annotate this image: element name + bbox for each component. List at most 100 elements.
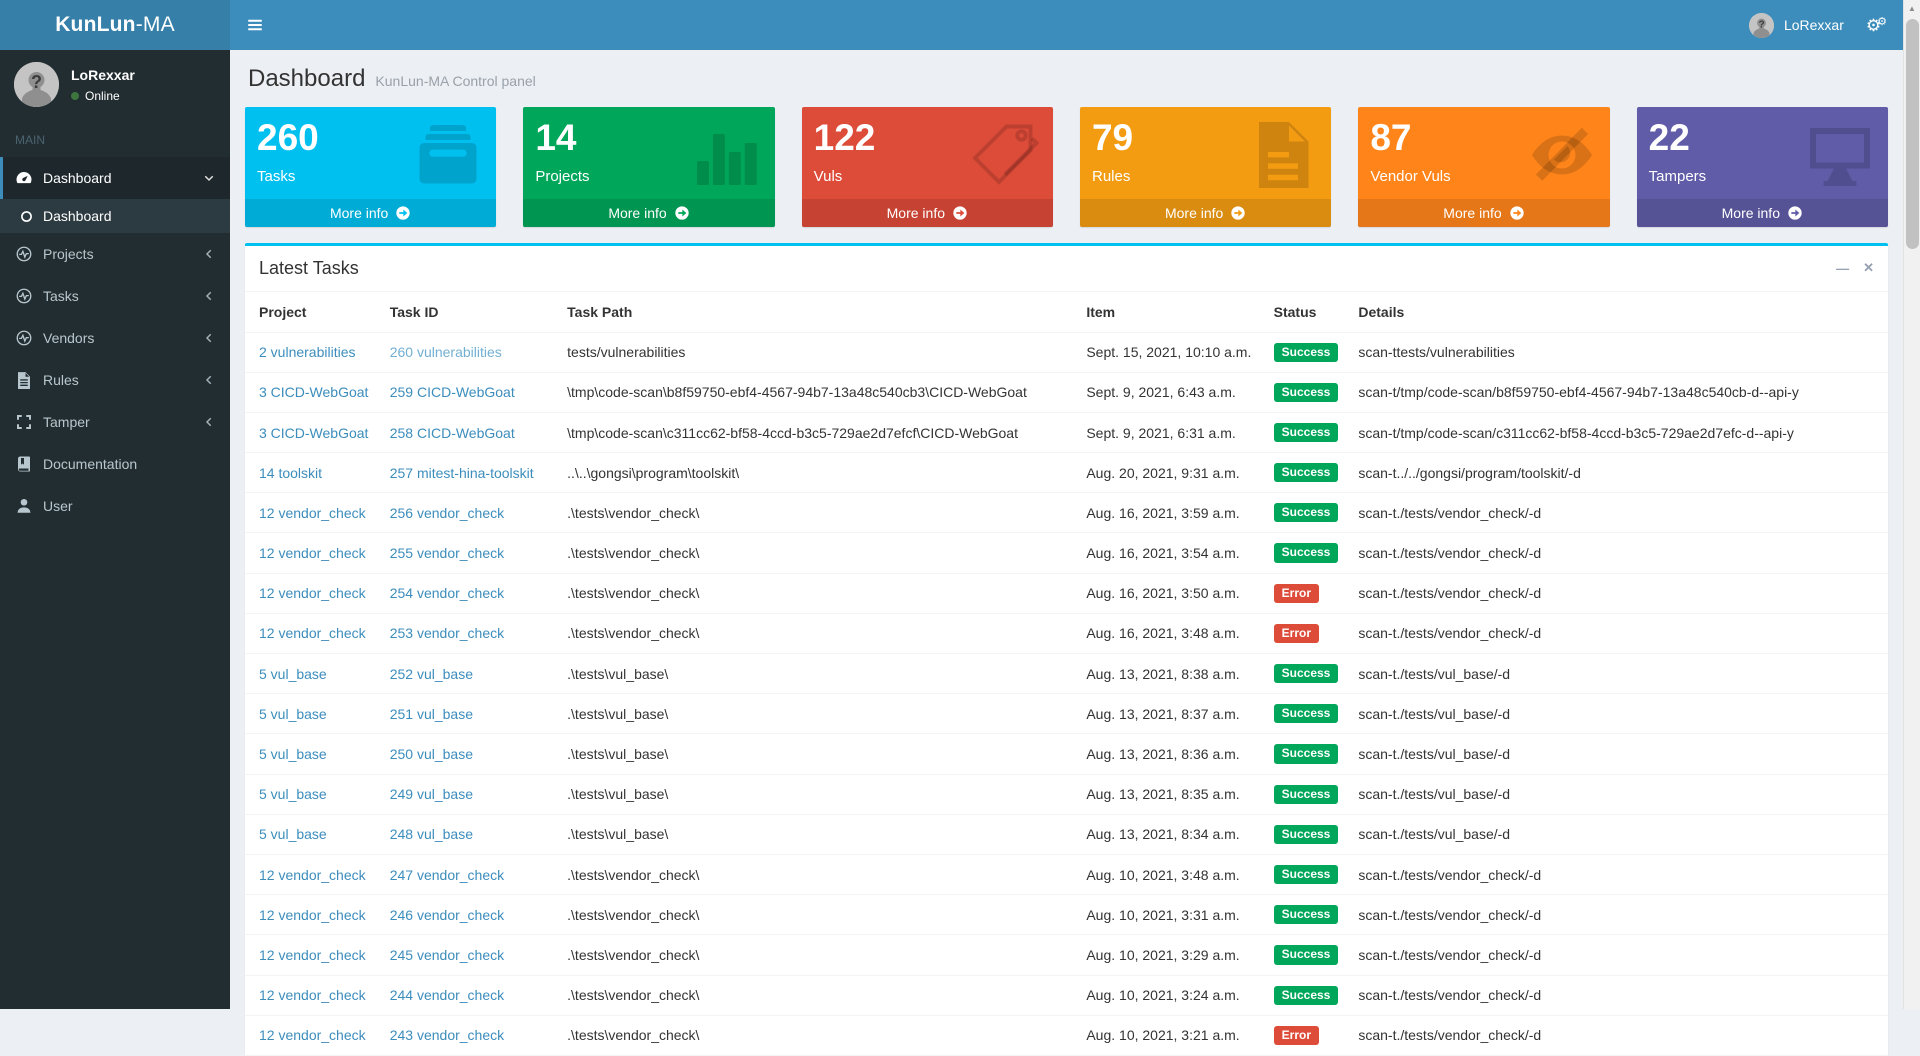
sidebar-user-status[interactable]: Online bbox=[71, 89, 135, 103]
sidebar-item-user[interactable]: User bbox=[0, 485, 230, 527]
stat-label: Rules bbox=[1092, 168, 1321, 185]
chevron-left-icon bbox=[203, 248, 215, 260]
sidebar-toggle-button[interactable] bbox=[230, 0, 280, 50]
item-cell: Aug. 13, 2021, 8:36 a.m. bbox=[1076, 734, 1263, 774]
sidebar-item-vendors[interactable]: Vendors bbox=[0, 317, 230, 359]
sidebar-item-rules[interactable]: Rules bbox=[0, 359, 230, 401]
close-icon[interactable]: ✕ bbox=[1863, 260, 1874, 276]
status-badge: Error bbox=[1274, 584, 1319, 603]
status-badge: Success bbox=[1274, 785, 1339, 804]
details-cell: scan-t./tests/vendor_check/-d bbox=[1348, 613, 1888, 653]
stats-row: 260 Tasks More info 14 Projects More inf… bbox=[230, 93, 1903, 227]
task-path-cell: \tmp\code-scan\b8f59750-ebf4-4567-94b7-1… bbox=[557, 372, 1076, 412]
project-link[interactable]: 5 vul_base bbox=[259, 746, 327, 762]
project-link[interactable]: 12 vendor_check bbox=[259, 585, 366, 601]
task-id-link[interactable]: 248 vul_base bbox=[390, 826, 473, 842]
task-id-link[interactable]: 259 CICD-WebGoat bbox=[390, 384, 515, 400]
task-id-link[interactable]: 257 mitest-hina-toolskit bbox=[390, 465, 534, 481]
item-cell: Sept. 9, 2021, 6:31 a.m. bbox=[1076, 412, 1263, 452]
sidebar-item-tamper[interactable]: Tamper bbox=[0, 401, 230, 443]
item-cell: Sept. 9, 2021, 6:43 a.m. bbox=[1076, 372, 1263, 412]
project-link[interactable]: 12 vendor_check bbox=[259, 625, 366, 641]
item-cell: Aug. 13, 2021, 8:38 a.m. bbox=[1076, 654, 1263, 694]
item-cell: Aug. 10, 2021, 3:29 a.m. bbox=[1076, 935, 1263, 975]
chevron-left-icon bbox=[203, 374, 215, 386]
task-id-link[interactable]: 255 vendor_check bbox=[390, 545, 504, 561]
gears-icon[interactable]: ⚙⚙ bbox=[1866, 17, 1887, 34]
task-id-link[interactable]: 252 vul_base bbox=[390, 666, 473, 682]
main-header: KunLun-MA ? LoRexxar ⚙⚙ bbox=[0, 0, 1903, 50]
avatar[interactable]: ? bbox=[14, 62, 59, 107]
more-info-button[interactable]: More info bbox=[802, 199, 1053, 227]
project-link[interactable]: 5 vul_base bbox=[259, 706, 327, 722]
task-id-link[interactable]: 247 vendor_check bbox=[390, 867, 504, 883]
user-name: LoRexxar bbox=[1784, 17, 1844, 33]
project-link[interactable]: 3 CICD-WebGoat bbox=[259, 384, 368, 400]
task-id-link[interactable]: 244 vendor_check bbox=[390, 987, 504, 1003]
scrollbar-thumb[interactable] bbox=[1906, 19, 1919, 249]
task-path-cell: .\tests\vendor_check\ bbox=[557, 935, 1076, 975]
more-info-button[interactable]: More info bbox=[523, 199, 774, 227]
user-menu[interactable]: ? LoRexxar bbox=[1749, 13, 1844, 38]
task-id-link[interactable]: 260 vulnerabilities bbox=[390, 344, 502, 360]
project-link[interactable]: 12 vendor_check bbox=[259, 1027, 366, 1043]
task-id-link[interactable]: 258 CICD-WebGoat bbox=[390, 425, 515, 441]
project-link[interactable]: 3 CICD-WebGoat bbox=[259, 425, 368, 441]
project-link[interactable]: 12 vendor_check bbox=[259, 987, 366, 1003]
stat-box-vuls: 122 Vuls More info bbox=[802, 107, 1053, 227]
task-id-link[interactable]: 256 vendor_check bbox=[390, 505, 504, 521]
task-id-link[interactable]: 254 vendor_check bbox=[390, 585, 504, 601]
task-id-link[interactable]: 250 vul_base bbox=[390, 746, 473, 762]
sidebar-item-projects[interactable]: Projects bbox=[0, 233, 230, 275]
stat-value: 14 bbox=[535, 117, 764, 160]
arrow-circle-right-icon bbox=[1509, 205, 1525, 221]
project-link[interactable]: 2 vulnerabilities bbox=[259, 344, 356, 360]
project-link[interactable]: 14 toolskit bbox=[259, 465, 322, 481]
more-info-button[interactable]: More info bbox=[1080, 199, 1331, 227]
brand-bold: KunLun bbox=[55, 13, 136, 37]
item-cell: Aug. 16, 2021, 3:59 a.m. bbox=[1076, 493, 1263, 533]
project-link[interactable]: 12 vendor_check bbox=[259, 505, 366, 521]
sidebar-item-tasks[interactable]: Tasks bbox=[0, 275, 230, 317]
chevron-left-icon bbox=[203, 332, 215, 344]
task-id-link[interactable]: 253 vendor_check bbox=[390, 625, 504, 641]
project-link[interactable]: 12 vendor_check bbox=[259, 947, 366, 963]
details-cell: scan-t./tests/vendor_check/-d bbox=[1348, 573, 1888, 613]
tasks-table-body: 2 vulnerabilities 260 vulnerabilities te… bbox=[245, 332, 1888, 1055]
sidebar-user-name: LoRexxar bbox=[71, 67, 135, 83]
task-id-link[interactable]: 246 vendor_check bbox=[390, 907, 504, 923]
collapse-icon[interactable]: — bbox=[1836, 260, 1849, 276]
more-info-button[interactable]: More info bbox=[245, 199, 496, 227]
scrollbar[interactable]: ▲ bbox=[1903, 0, 1920, 1009]
table-row: 5 vul_base 252 vul_base .\tests\vul_base… bbox=[245, 654, 1888, 694]
task-id-link[interactable]: 245 vendor_check bbox=[390, 947, 504, 963]
pulse-circle-icon bbox=[15, 329, 33, 347]
details-cell: scan-t./tests/vendor_check/-d bbox=[1348, 533, 1888, 573]
project-link[interactable]: 12 vendor_check bbox=[259, 545, 366, 561]
sidebar-subitem-dashboard[interactable]: Dashboard bbox=[0, 199, 230, 233]
latest-tasks-box: Latest Tasks — ✕ ProjectTask IDTask Path… bbox=[245, 243, 1888, 1056]
scroll-up-icon[interactable]: ▲ bbox=[1904, 0, 1920, 17]
brand-logo[interactable]: KunLun-MA bbox=[0, 0, 230, 50]
status-badge: Success bbox=[1274, 905, 1339, 924]
more-info-button[interactable]: More info bbox=[1358, 199, 1609, 227]
project-link[interactable]: 12 vendor_check bbox=[259, 907, 366, 923]
table-row: 12 vendor_check 253 vendor_check .\tests… bbox=[245, 613, 1888, 653]
task-id-link[interactable]: 251 vul_base bbox=[390, 706, 473, 722]
sidebar: ? LoRexxar Online MAIN Dashboard Dashboa… bbox=[0, 50, 230, 1009]
item-cell: Sept. 15, 2021, 10:10 a.m. bbox=[1076, 332, 1263, 372]
task-path-cell: .\tests\vendor_check\ bbox=[557, 573, 1076, 613]
more-info-button[interactable]: More info bbox=[1637, 199, 1888, 227]
sidebar-item-documentation[interactable]: Documentation bbox=[0, 443, 230, 485]
tasks-table-header-row: ProjectTask IDTask PathItemStatusDetails bbox=[245, 292, 1888, 333]
sidebar-item-dashboard[interactable]: Dashboard bbox=[0, 157, 230, 199]
item-cell: Aug. 10, 2021, 3:21 a.m. bbox=[1076, 1015, 1263, 1055]
project-link[interactable]: 5 vul_base bbox=[259, 666, 327, 682]
user-icon bbox=[15, 497, 33, 515]
stat-value: 79 bbox=[1092, 117, 1321, 160]
project-link[interactable]: 5 vul_base bbox=[259, 786, 327, 802]
project-link[interactable]: 5 vul_base bbox=[259, 826, 327, 842]
task-id-link[interactable]: 243 vendor_check bbox=[390, 1027, 504, 1043]
task-id-link[interactable]: 249 vul_base bbox=[390, 786, 473, 802]
project-link[interactable]: 12 vendor_check bbox=[259, 867, 366, 883]
